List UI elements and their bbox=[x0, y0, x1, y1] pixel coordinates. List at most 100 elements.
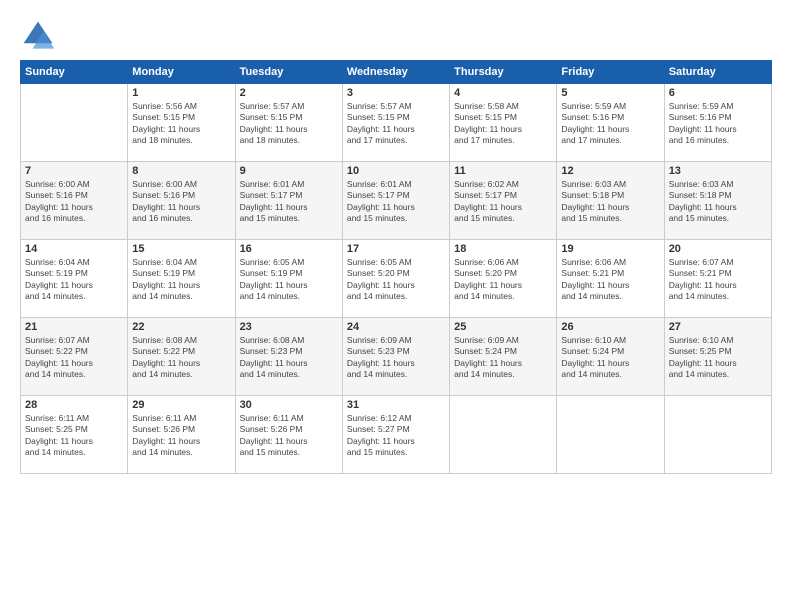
day-info: Sunrise: 6:03 AM Sunset: 5:18 PM Dayligh… bbox=[669, 179, 767, 225]
day-number: 7 bbox=[25, 165, 123, 177]
calendar-cell: 1 Sunrise: 5:56 AM Sunset: 5:15 PM Daylig… bbox=[128, 84, 235, 162]
calendar-cell: 7 Sunrise: 6:00 AM Sunset: 5:16 PM Daylig… bbox=[21, 162, 128, 240]
day-of-week-header: Wednesday bbox=[342, 61, 449, 84]
day-info: Sunrise: 6:04 AM Sunset: 5:19 PM Dayligh… bbox=[132, 257, 230, 303]
calendar-cell bbox=[21, 84, 128, 162]
day-info: Sunrise: 6:06 AM Sunset: 5:21 PM Dayligh… bbox=[561, 257, 659, 303]
calendar-cell: 24 Sunrise: 6:09 AM Sunset: 5:23 PM Dayli… bbox=[342, 318, 449, 396]
day-info: Sunrise: 6:08 AM Sunset: 5:22 PM Dayligh… bbox=[132, 335, 230, 381]
day-info: Sunrise: 6:00 AM Sunset: 5:16 PM Dayligh… bbox=[25, 179, 123, 225]
calendar-week-row: 7 Sunrise: 6:00 AM Sunset: 5:16 PM Daylig… bbox=[21, 162, 772, 240]
day-number: 20 bbox=[669, 243, 767, 255]
day-number: 17 bbox=[347, 243, 445, 255]
logo bbox=[20, 18, 62, 54]
day-info: Sunrise: 6:05 AM Sunset: 5:19 PM Dayligh… bbox=[240, 257, 338, 303]
day-of-week-header: Monday bbox=[128, 61, 235, 84]
calendar-cell: 18 Sunrise: 6:06 AM Sunset: 5:20 PM Dayli… bbox=[450, 240, 557, 318]
calendar-week-row: 14 Sunrise: 6:04 AM Sunset: 5:19 PM Dayli… bbox=[21, 240, 772, 318]
calendar-cell: 9 Sunrise: 6:01 AM Sunset: 5:17 PM Daylig… bbox=[235, 162, 342, 240]
calendar-cell: 23Sunrise: 6:08 AM Sunset: 5:23 PM Dayli… bbox=[235, 318, 342, 396]
day-number: 4 bbox=[454, 87, 552, 99]
day-number: 26 bbox=[561, 321, 659, 333]
day-number: 30 bbox=[240, 399, 338, 411]
day-number: 27 bbox=[669, 321, 767, 333]
calendar-cell: 13Sunrise: 6:03 AM Sunset: 5:18 PM Dayli… bbox=[664, 162, 771, 240]
day-number: 22 bbox=[132, 321, 230, 333]
day-info: Sunrise: 6:06 AM Sunset: 5:20 PM Dayligh… bbox=[454, 257, 552, 303]
calendar-cell: 30 Sunrise: 6:11 AM Sunset: 5:26 PM Dayli… bbox=[235, 396, 342, 474]
day-info: Sunrise: 5:57 AM Sunset: 5:15 PM Dayligh… bbox=[347, 101, 445, 147]
day-number: 12 bbox=[561, 165, 659, 177]
calendar-header-row: SundayMondayTuesdayWednesdayThursdayFrid… bbox=[21, 61, 772, 84]
day-info: Sunrise: 6:07 AM Sunset: 5:21 PM Dayligh… bbox=[669, 257, 767, 303]
day-number: 15 bbox=[132, 243, 230, 255]
calendar-cell: 25 Sunrise: 6:09 AM Sunset: 5:24 PM Dayli… bbox=[450, 318, 557, 396]
calendar-cell: 2 Sunrise: 5:57 AM Sunset: 5:15 PM Daylig… bbox=[235, 84, 342, 162]
day-number: 1 bbox=[132, 87, 230, 99]
calendar-cell: 8Sunrise: 6:00 AM Sunset: 5:16 PM Daylig… bbox=[128, 162, 235, 240]
day-of-week-header: Tuesday bbox=[235, 61, 342, 84]
day-info: Sunrise: 5:59 AM Sunset: 5:16 PM Dayligh… bbox=[561, 101, 659, 147]
day-info: Sunrise: 5:56 AM Sunset: 5:15 PM Dayligh… bbox=[132, 101, 230, 147]
calendar-cell: 22 Sunrise: 6:08 AM Sunset: 5:22 PM Dayli… bbox=[128, 318, 235, 396]
day-number: 24 bbox=[347, 321, 445, 333]
calendar-cell: 6 Sunrise: 5:59 AM Sunset: 5:16 PM Daylig… bbox=[664, 84, 771, 162]
day-info: Sunrise: 5:59 AM Sunset: 5:16 PM Dayligh… bbox=[669, 101, 767, 147]
calendar-cell bbox=[664, 396, 771, 474]
day-info: Sunrise: 6:11 AM Sunset: 5:26 PM Dayligh… bbox=[240, 413, 338, 459]
day-info: Sunrise: 6:10 AM Sunset: 5:25 PM Dayligh… bbox=[669, 335, 767, 381]
day-number: 25 bbox=[454, 321, 552, 333]
day-of-week-header: Thursday bbox=[450, 61, 557, 84]
day-info: Sunrise: 5:57 AM Sunset: 5:15 PM Dayligh… bbox=[240, 101, 338, 147]
header bbox=[20, 18, 772, 54]
calendar: SundayMondayTuesdayWednesdayThursdayFrid… bbox=[20, 60, 772, 474]
page: SundayMondayTuesdayWednesdayThursdayFrid… bbox=[0, 0, 792, 612]
day-number: 11 bbox=[454, 165, 552, 177]
day-number: 2 bbox=[240, 87, 338, 99]
calendar-cell: 4 Sunrise: 5:58 AM Sunset: 5:15 PM Daylig… bbox=[450, 84, 557, 162]
day-info: Sunrise: 6:10 AM Sunset: 5:24 PM Dayligh… bbox=[561, 335, 659, 381]
day-number: 31 bbox=[347, 399, 445, 411]
calendar-week-row: 28Sunrise: 6:11 AM Sunset: 5:25 PM Dayli… bbox=[21, 396, 772, 474]
day-info: Sunrise: 6:05 AM Sunset: 5:20 PM Dayligh… bbox=[347, 257, 445, 303]
calendar-cell: 14 Sunrise: 6:04 AM Sunset: 5:19 PM Dayli… bbox=[21, 240, 128, 318]
calendar-cell: 12 Sunrise: 6:03 AM Sunset: 5:18 PM Dayli… bbox=[557, 162, 664, 240]
calendar-cell: 3 Sunrise: 5:57 AM Sunset: 5:15 PM Daylig… bbox=[342, 84, 449, 162]
calendar-cell: 5 Sunrise: 5:59 AM Sunset: 5:16 PM Daylig… bbox=[557, 84, 664, 162]
day-number: 28 bbox=[25, 399, 123, 411]
calendar-week-row: 21Sunrise: 6:07 AM Sunset: 5:22 PM Dayli… bbox=[21, 318, 772, 396]
day-info: Sunrise: 6:04 AM Sunset: 5:19 PM Dayligh… bbox=[25, 257, 123, 303]
day-info: Sunrise: 6:08 AM Sunset: 5:23 PM Dayligh… bbox=[240, 335, 338, 381]
day-number: 5 bbox=[561, 87, 659, 99]
logo-icon bbox=[20, 18, 56, 54]
day-number: 6 bbox=[669, 87, 767, 99]
day-info: Sunrise: 6:11 AM Sunset: 5:26 PM Dayligh… bbox=[132, 413, 230, 459]
day-number: 19 bbox=[561, 243, 659, 255]
day-info: Sunrise: 6:09 AM Sunset: 5:23 PM Dayligh… bbox=[347, 335, 445, 381]
day-info: Sunrise: 6:09 AM Sunset: 5:24 PM Dayligh… bbox=[454, 335, 552, 381]
day-info: Sunrise: 6:01 AM Sunset: 5:17 PM Dayligh… bbox=[347, 179, 445, 225]
calendar-cell: 16 Sunrise: 6:05 AM Sunset: 5:19 PM Dayli… bbox=[235, 240, 342, 318]
day-number: 18 bbox=[454, 243, 552, 255]
day-info: Sunrise: 5:58 AM Sunset: 5:15 PM Dayligh… bbox=[454, 101, 552, 147]
calendar-cell bbox=[450, 396, 557, 474]
day-of-week-header: Saturday bbox=[664, 61, 771, 84]
calendar-cell: 27 Sunrise: 6:10 AM Sunset: 5:25 PM Dayli… bbox=[664, 318, 771, 396]
day-of-week-header: Sunday bbox=[21, 61, 128, 84]
calendar-cell: 20 Sunrise: 6:07 AM Sunset: 5:21 PM Dayli… bbox=[664, 240, 771, 318]
calendar-cell: 17 Sunrise: 6:05 AM Sunset: 5:20 PM Dayli… bbox=[342, 240, 449, 318]
day-info: Sunrise: 6:01 AM Sunset: 5:17 PM Dayligh… bbox=[240, 179, 338, 225]
calendar-cell: 28Sunrise: 6:11 AM Sunset: 5:25 PM Dayli… bbox=[21, 396, 128, 474]
calendar-cell bbox=[557, 396, 664, 474]
calendar-cell: 11 Sunrise: 6:02 AM Sunset: 5:17 PM Dayli… bbox=[450, 162, 557, 240]
day-number: 8 bbox=[132, 165, 230, 177]
calendar-cell: 15 Sunrise: 6:04 AM Sunset: 5:19 PM Dayli… bbox=[128, 240, 235, 318]
day-number: 9 bbox=[240, 165, 338, 177]
calendar-cell: 29Sunrise: 6:11 AM Sunset: 5:26 PM Dayli… bbox=[128, 396, 235, 474]
day-number: 3 bbox=[347, 87, 445, 99]
calendar-cell: 26 Sunrise: 6:10 AM Sunset: 5:24 PM Dayli… bbox=[557, 318, 664, 396]
day-number: 16 bbox=[240, 243, 338, 255]
day-info: Sunrise: 6:03 AM Sunset: 5:18 PM Dayligh… bbox=[561, 179, 659, 225]
day-number: 14 bbox=[25, 243, 123, 255]
day-info: Sunrise: 6:02 AM Sunset: 5:17 PM Dayligh… bbox=[454, 179, 552, 225]
